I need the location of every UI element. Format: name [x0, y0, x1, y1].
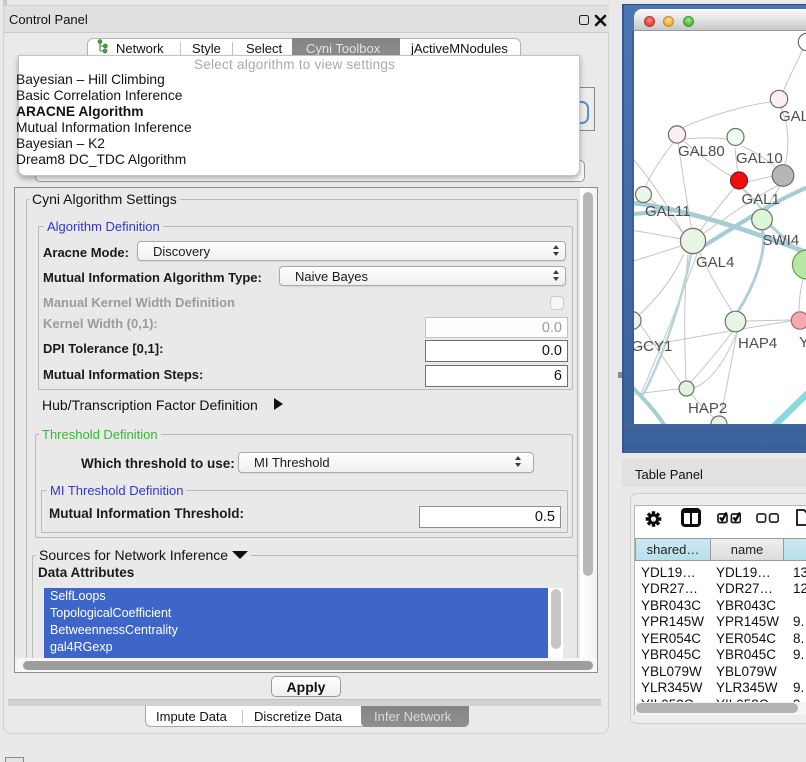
- svg-text:HAP4: HAP4: [738, 335, 777, 352]
- svg-text:HAP2: HAP2: [688, 400, 727, 417]
- svg-text:GAL: GAL: [779, 108, 806, 125]
- svg-text:Y: Y: [799, 334, 806, 351]
- svg-text:GAL80: GAL80: [678, 143, 725, 160]
- svg-text:GCY1: GCY1: [634, 338, 672, 355]
- svg-text:GAL1: GAL1: [742, 191, 780, 208]
- svg-text:GAL4: GAL4: [696, 254, 734, 271]
- svg-text:SWI4: SWI4: [763, 232, 800, 249]
- svg-text:GAL10: GAL10: [736, 150, 783, 167]
- svg-text:GAL11: GAL11: [645, 203, 691, 220]
